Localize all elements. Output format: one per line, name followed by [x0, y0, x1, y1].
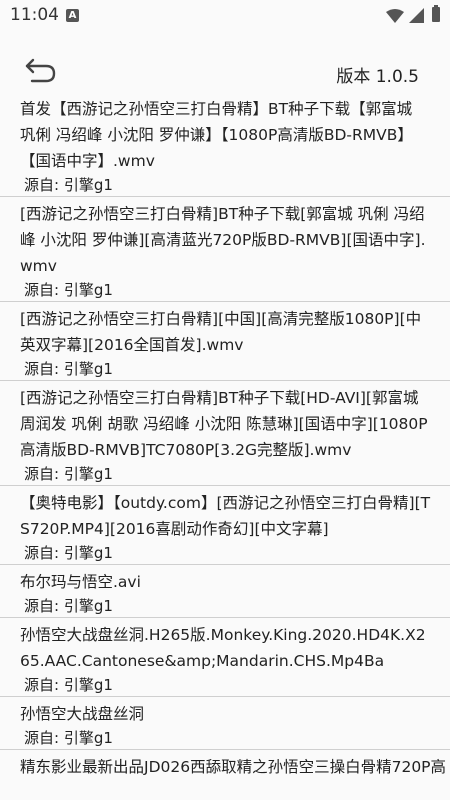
result-source: 源自: 引擎g1 — [24, 544, 113, 562]
signal-icon — [409, 8, 424, 23]
result-item[interactable]: 孙悟空大战盘丝洞.H265版.Monkey.King.2020.HD4K.X26… — [0, 618, 450, 697]
result-source: 源自: 引擎g1 — [24, 676, 113, 694]
result-title: [西游记之孙悟空三打白骨精]BT种子下载[HD-AVI][郭富城 周润发 巩俐 … — [20, 389, 428, 459]
result-title: [西游记之孙悟空三打白骨精][中国][高清完整版1080P][中英双字幕][20… — [20, 310, 422, 354]
result-source: 源自: 引擎g1 — [24, 360, 113, 378]
result-title: 精东影业最新出品JD026西舔取精之孙悟空三操白骨精720P高 — [20, 758, 447, 776]
wifi-icon — [386, 9, 404, 23]
result-item[interactable]: [西游记之孙悟空三打白骨精]BT种子下载[HD-AVI][郭富城 周润发 巩俐 … — [0, 381, 450, 486]
result-title: 首发【西游记之孙悟空三打白骨精】BT种子下载【郭富城 巩俐 冯绍峰 小沈阳 罗仲… — [20, 100, 413, 170]
result-item[interactable]: [西游记之孙悟空三打白骨精][中国][高清完整版1080P][中英双字幕][20… — [0, 302, 450, 381]
back-arrow-icon — [25, 58, 56, 83]
status-time: 11:04 — [10, 5, 59, 25]
battery-icon — [432, 5, 440, 22]
result-title: 布尔玛与悟空.avi — [20, 573, 141, 591]
result-item[interactable]: 精东影业最新出品JD026西舔取精之孙悟空三操白骨精720P高 — [0, 750, 450, 780]
result-title: 孙悟空大战盘丝洞.H265版.Monkey.King.2020.HD4K.X26… — [20, 626, 426, 670]
result-source: 源自: 引擎g1 — [24, 729, 113, 747]
result-item[interactable]: 孙悟空大战盘丝洞 源自: 引擎g1 — [0, 697, 450, 750]
version-label: 版本 1.0.5 — [336, 67, 419, 87]
notification-icon: A — [66, 9, 79, 22]
result-source: 源自: 引擎g1 — [24, 281, 113, 299]
result-item[interactable]: [西游记之孙悟空三打白骨精]BT种子下载[郭富城 巩俐 冯绍峰 小沈阳 罗仲谦]… — [0, 197, 450, 302]
result-item[interactable]: 首发【西游记之孙悟空三打白骨精】BT种子下载【郭富城 巩俐 冯绍峰 小沈阳 罗仲… — [0, 92, 450, 197]
result-title: 【奥特电影】【outdy.com】[西游记之孙悟空三打白骨精][TS720P.M… — [20, 494, 431, 538]
result-source: 源自: 引擎g1 — [24, 597, 113, 615]
result-source: 源自: 引擎g1 — [24, 176, 113, 194]
back-button[interactable] — [22, 56, 58, 86]
toolbar: 版本 1.0.5 — [0, 50, 450, 92]
search-result-list: 首发【西游记之孙悟空三打白骨精】BT种子下载【郭富城 巩俐 冯绍峰 小沈阳 罗仲… — [0, 92, 450, 780]
result-title: [西游记之孙悟空三打白骨精]BT种子下载[郭富城 巩俐 冯绍峰 小沈阳 罗仲谦]… — [20, 205, 426, 275]
result-source: 源自: 引擎g1 — [24, 465, 113, 483]
result-item[interactable]: 【奥特电影】【outdy.com】[西游记之孙悟空三打白骨精][TS720P.M… — [0, 486, 450, 565]
result-title: 孙悟空大战盘丝洞 — [20, 705, 145, 723]
status-bar: 11:04 A — [0, 0, 450, 30]
result-item[interactable]: 布尔玛与悟空.avi 源自: 引擎g1 — [0, 565, 450, 618]
